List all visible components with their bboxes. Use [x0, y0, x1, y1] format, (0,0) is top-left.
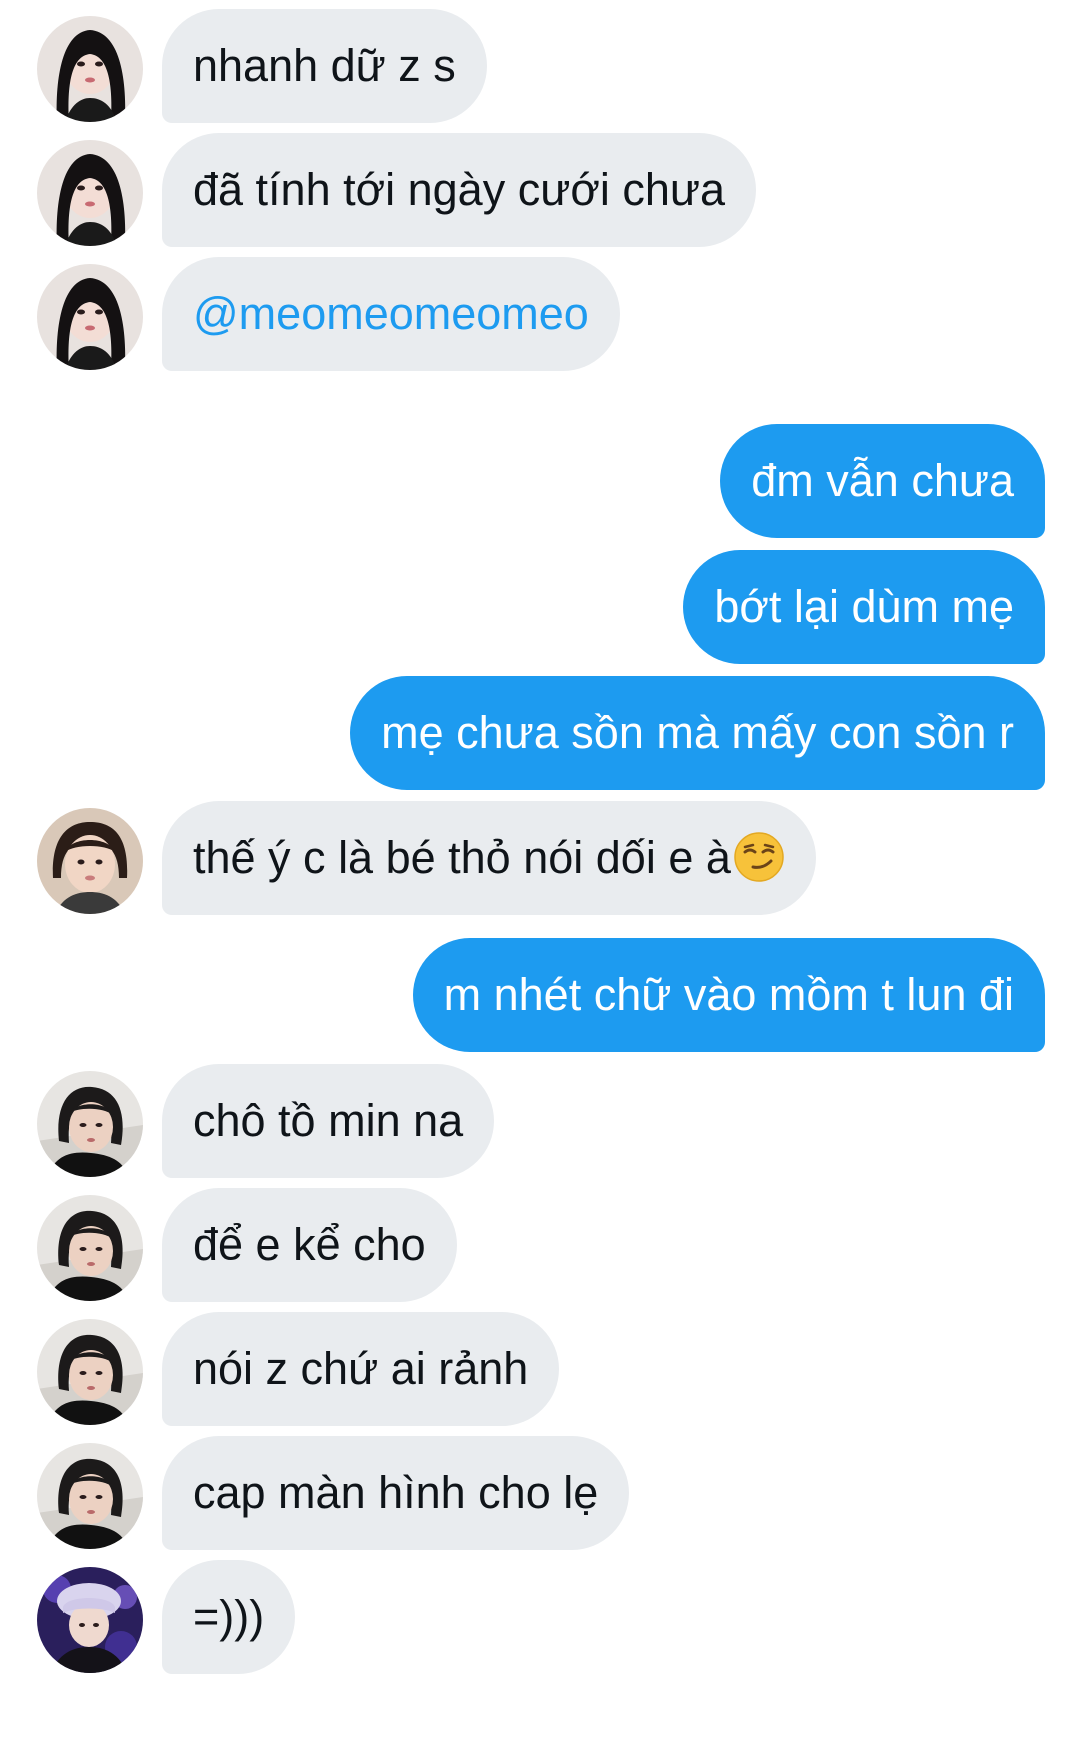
- avatar-purple-hat[interactable]: [37, 1567, 143, 1673]
- message-bubble-incoming[interactable]: thế ý c là bé thỏ nói dối e à: [162, 801, 816, 915]
- smirking-face-icon: [734, 832, 784, 882]
- avatar-girl-dark-hair-1[interactable]: [37, 140, 143, 246]
- avatar-girl-short-hair[interactable]: [37, 808, 143, 914]
- avatar-girl-dark-hair-1[interactable]: [37, 16, 143, 122]
- avatar-purple-hat-image: [37, 1567, 143, 1673]
- avatar-girl-dark-hair-1-image: [37, 140, 143, 246]
- message-bubble-outgoing[interactable]: đm vẫn chưa: [720, 424, 1045, 538]
- message-bubble-incoming[interactable]: nhanh dữ z s: [162, 9, 487, 123]
- avatar-girl-dark-hair-1[interactable]: [37, 264, 143, 370]
- avatar-girl-dark-hair-1-image: [37, 16, 143, 122]
- avatar-girl-pillow[interactable]: [37, 1443, 143, 1549]
- message-text: thế ý c là bé thỏ nói dối e à: [193, 832, 731, 883]
- message-bubble-incoming[interactable]: đã tính tới ngày cưới chưa: [162, 133, 757, 247]
- message-bubble-outgoing[interactable]: m nhét chữ vào mồm t lun đi: [412, 938, 1045, 1052]
- avatar-girl-pillow-image: [37, 1319, 143, 1425]
- avatar-girl-pillow[interactable]: [37, 1319, 143, 1425]
- message-bubble-incoming[interactable]: cap màn hình cho lẹ: [162, 1436, 630, 1550]
- avatar-girl-dark-hair-1-image: [37, 264, 143, 370]
- avatar-girl-short-hair-image: [37, 808, 143, 914]
- avatar-girl-pillow-image: [37, 1443, 143, 1549]
- message-bubble-incoming[interactable]: nói z chứ ai rảnh: [162, 1312, 560, 1426]
- avatar-girl-pillow-image: [37, 1195, 143, 1301]
- message-bubble-outgoing[interactable]: bớt lại dùm mẹ: [683, 550, 1045, 664]
- message-bubble-mention[interactable]: @meomeomeomeo: [162, 257, 620, 371]
- avatar-girl-pillow[interactable]: [37, 1195, 143, 1301]
- message-bubble-incoming[interactable]: =))): [162, 1560, 296, 1674]
- message-bubble-incoming[interactable]: chô tồ min na: [162, 1064, 495, 1178]
- avatar-girl-pillow-image: [37, 1071, 143, 1177]
- message-bubble-incoming[interactable]: để e kể cho: [162, 1188, 457, 1302]
- message-bubble-outgoing[interactable]: mẹ chưa sồn mà mấy con sồn r: [350, 676, 1045, 790]
- avatar-girl-pillow[interactable]: [37, 1071, 143, 1177]
